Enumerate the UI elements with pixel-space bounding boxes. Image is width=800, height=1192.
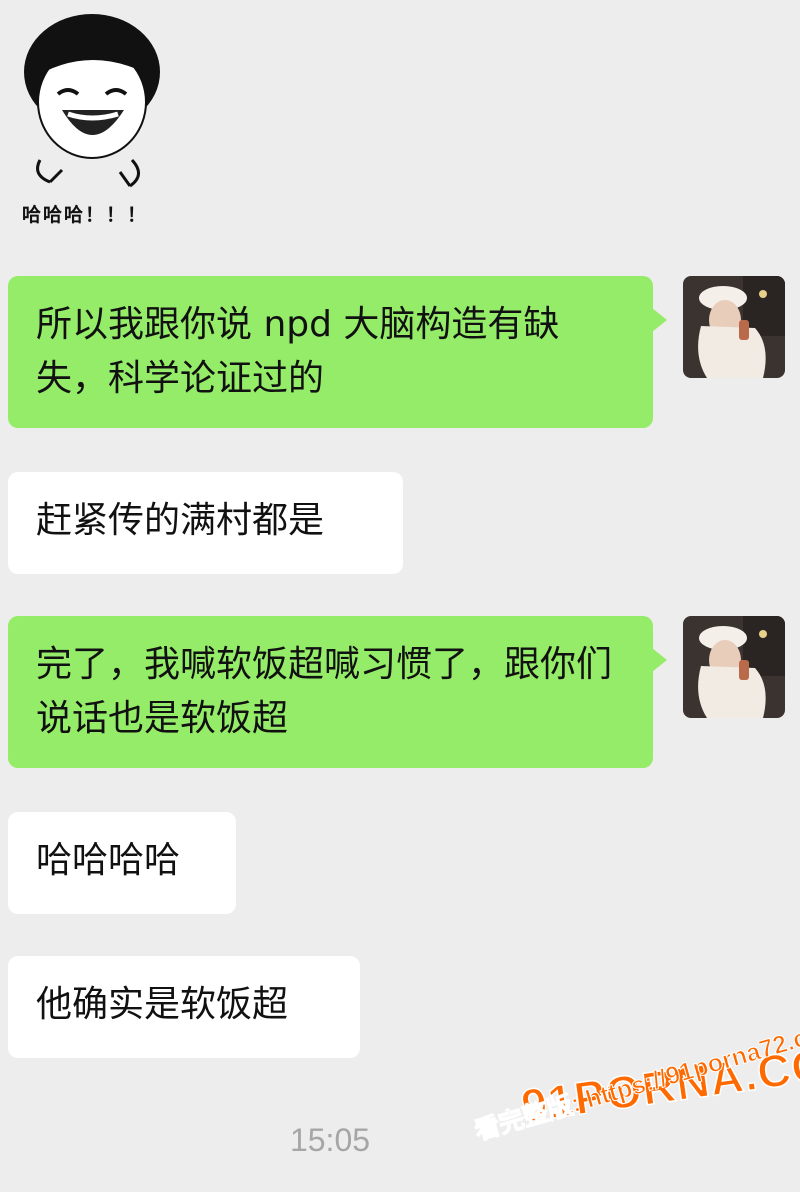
message-bubble-sent[interactable]: 所以我跟你说 npd 大脑构造有缺失，科学论证过的 [8, 276, 667, 428]
avatar-photo-icon [683, 276, 785, 378]
message-bubble-received[interactable]: 哈哈哈哈 [8, 812, 236, 914]
message-bubble-sent[interactable]: 完了，我喊软饭超喊习惯了，跟你们说话也是软饭超 [8, 616, 667, 768]
message-bubble-received[interactable]: 赶紧传的满村都是 [8, 472, 403, 574]
laughing-face-sticker [10, 10, 180, 225]
user-avatar[interactable] [683, 276, 785, 378]
message-text: 哈哈哈哈 [36, 840, 181, 881]
message-text: 所以我跟你说 npd 大脑构造有缺失，科学论证过的 [36, 304, 560, 399]
message-text: 他确实是软饭超 [36, 984, 289, 1025]
message-bubble-received[interactable]: 他确实是软饭超 [8, 956, 360, 1058]
avatar-photo-icon [683, 616, 785, 718]
sticker-caption: 哈哈哈！！！ [22, 204, 149, 226]
message-text: 赶紧传的满村都是 [36, 500, 325, 541]
message-text: 完了，我喊软饭超喊习惯了，跟你们说话也是软饭超 [36, 644, 613, 739]
user-avatar[interactable] [683, 616, 785, 718]
watermark: 91PORNA.COM 看完整版: https://91porna72.com [465, 1013, 800, 1185]
